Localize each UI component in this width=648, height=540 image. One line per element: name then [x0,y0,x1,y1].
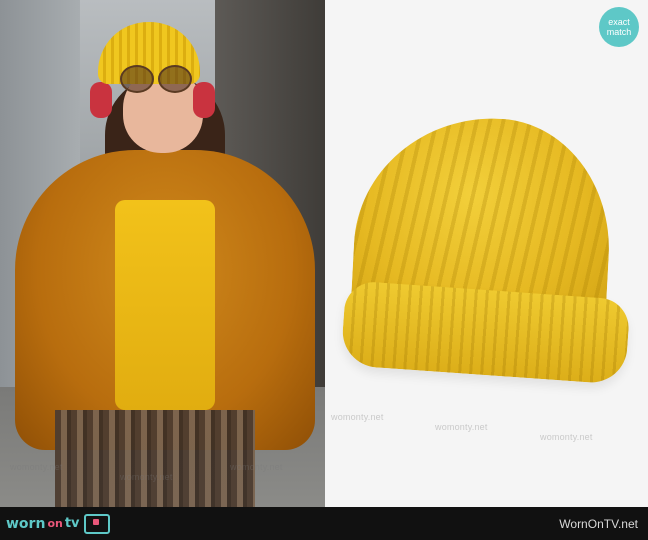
celebrity-outfit-photo: womonty.net womonty.net womonty.net [0,0,325,507]
watermark: womonty.net [540,432,593,442]
headphone-left [90,82,112,118]
yellow-sweater [115,200,215,410]
badge-line-2: match [606,27,632,37]
product-photo: womonty.net womonty.net womonty.net [325,0,648,507]
tv-icon [83,513,110,534]
exact-match-badge: exact match [599,7,639,47]
site-name[interactable]: WornOnTV.net [559,517,638,531]
logo-on-text: on [47,517,63,530]
wornontv-logo[interactable]: worn on tv [6,513,110,534]
sunglasses-right-lens [158,65,192,93]
watermark: womonty.net [230,462,283,472]
watermark: womonty.net [10,462,63,472]
watermark: womonty.net [331,412,384,422]
logo-tv-text: tv [64,516,80,531]
sunglasses-left-lens [120,65,154,93]
footer-bar: worn on tv WornOnTV.net [0,507,648,540]
badge-line-1: exact [608,17,630,27]
watermark: womonty.net [120,472,173,482]
headphone-right [193,82,215,118]
logo-worn-text: worn [6,515,46,532]
plaid-pants [55,410,255,507]
watermark: womonty.net [435,422,488,432]
